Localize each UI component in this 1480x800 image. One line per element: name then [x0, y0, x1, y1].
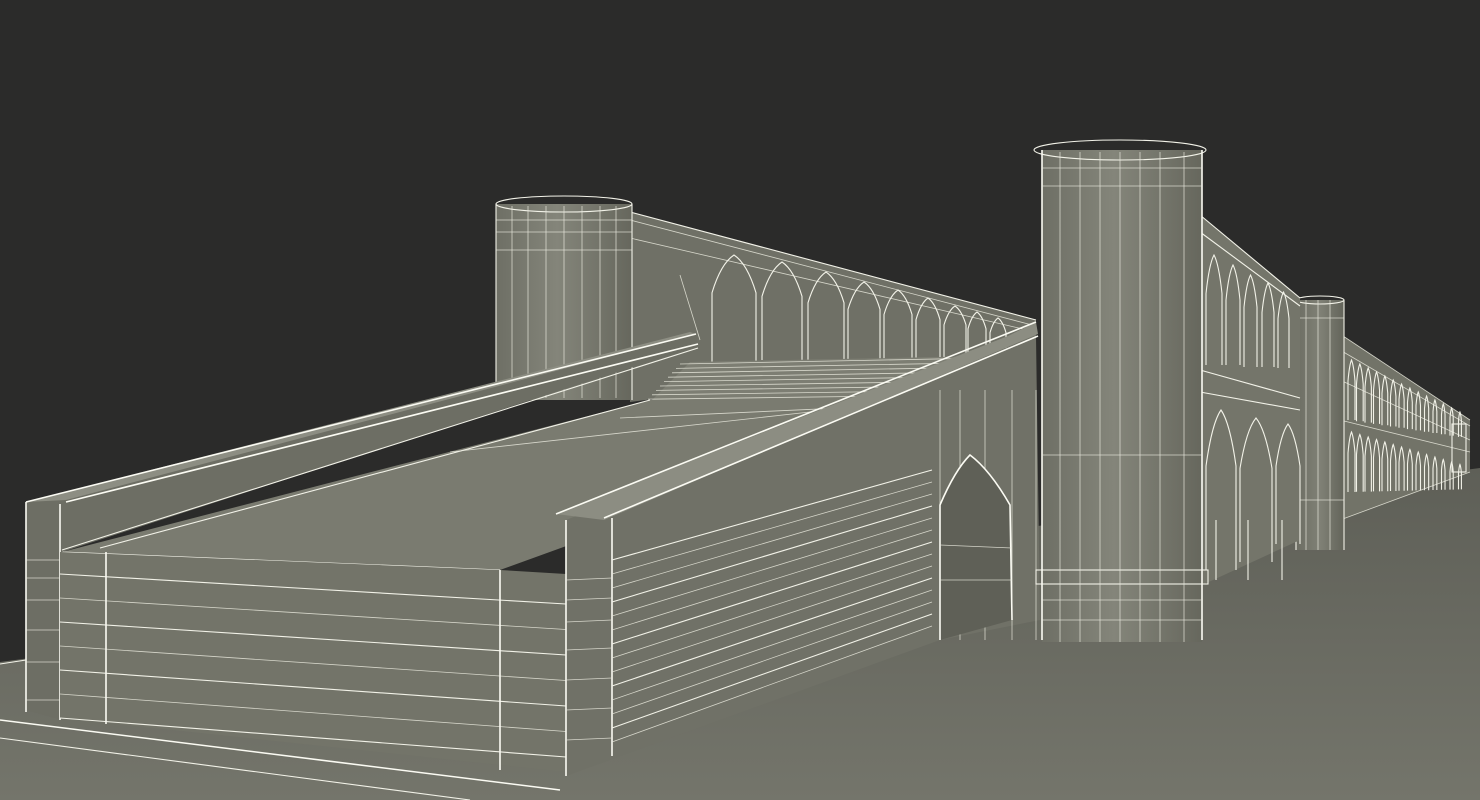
- main-tower: [1033, 139, 1209, 642]
- render-viewport: [0, 0, 1480, 800]
- far-right-tower: [1295, 295, 1345, 550]
